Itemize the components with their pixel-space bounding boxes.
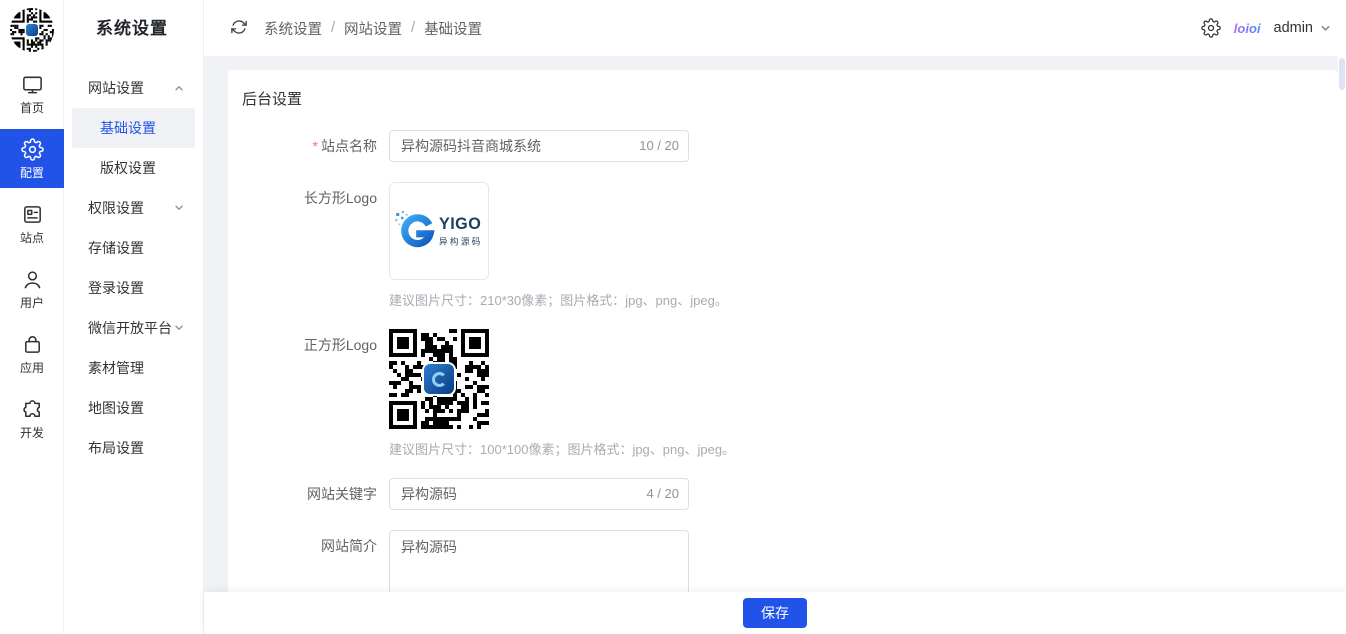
upload-hint: 建议图片尺寸：100*100像素；图片格式：jpg、png、jpeg。 xyxy=(389,439,735,458)
rail-item-icon xyxy=(21,268,44,291)
sidebar-item-label: 版权设置 xyxy=(100,158,156,178)
breadcrumb-separator: / xyxy=(411,20,415,36)
rect-logo-upload[interactable]: YIGO 异构源码 xyxy=(389,182,489,280)
field-label: 长方形Logo xyxy=(228,182,389,208)
chevron-icon xyxy=(173,202,185,214)
rail-item[interactable]: 站点 xyxy=(0,194,64,253)
breadcrumb-item[interactable]: 网站设置 xyxy=(344,18,402,39)
save-button[interactable]: 保存 xyxy=(743,598,807,628)
rail-item[interactable]: 配置 xyxy=(0,129,64,188)
rail-item-label: 配置 xyxy=(20,166,44,180)
primary-rail: 首页 配置 站点 用户 应用 开发 xyxy=(0,0,64,634)
sidebar-item[interactable]: 地图设置 xyxy=(72,388,195,428)
sidebar-item-label: 地图设置 xyxy=(88,398,144,418)
settings-form: *站点名称 10 / 20 长方形Logo xyxy=(228,110,1338,634)
top-bar: 系统设置 / 网站设置 / 基础设置 / loioi admin xyxy=(204,0,1346,56)
rail-item-label: 首页 xyxy=(20,101,44,115)
upload-hint: 建议图片尺寸：210*30像素；图片格式：jpg、png、jpeg。 xyxy=(389,290,728,309)
form-row-square-logo: 正方形Logo 建议图片尺寸：100*100像素；图片格式：jpg、png、jp… xyxy=(228,329,1338,458)
breadcrumb-item[interactable]: 基础设置 xyxy=(424,18,482,39)
scrollbar-thumb[interactable] xyxy=(1339,58,1345,90)
rect-logo-image: YIGO 异构源码 xyxy=(395,210,483,252)
sidebar-item-label: 布局设置 xyxy=(88,438,144,458)
square-logo-upload[interactable] xyxy=(389,329,489,429)
sidebar-item[interactable]: 权限设置 xyxy=(72,188,195,228)
form-row-site-name: *站点名称 10 / 20 xyxy=(228,130,1338,162)
field-label: 网站简介 xyxy=(228,530,389,556)
sidebar-item-label: 微信开放平台 xyxy=(88,318,172,338)
site-name-input[interactable] xyxy=(389,130,689,162)
qr-center-logo xyxy=(422,362,456,396)
refresh-icon[interactable] xyxy=(230,18,250,38)
breadcrumb-separator: / xyxy=(331,20,335,36)
breadcrumb-item[interactable]: 系统设置 xyxy=(264,18,322,39)
gear-icon[interactable] xyxy=(1201,18,1221,38)
sidebar-item[interactable]: 存储设置 xyxy=(72,228,195,268)
scrollbar[interactable] xyxy=(1338,56,1346,634)
sidebar-item[interactable]: 版权设置 xyxy=(72,148,195,188)
form-row-rect-logo: 长方形Logo xyxy=(228,182,1338,309)
rail-item-label: 开发 xyxy=(20,426,44,440)
settings-sidebar: 系统设置 网站设置 基础设置 版权设置 权限设置 存储设置 xyxy=(64,0,204,634)
sidebar-item-label: 基础设置 xyxy=(100,118,156,138)
yigo-g-mark xyxy=(395,210,437,252)
sidebar-item[interactable]: 登录设置 xyxy=(72,268,195,308)
breadcrumb: 系统设置 / 网站设置 / 基础设置 / xyxy=(264,18,482,39)
yigo-logo-text: YIGO xyxy=(439,215,483,231)
chevron-icon xyxy=(173,322,185,334)
field-label: *站点名称 xyxy=(228,130,389,162)
keywords-input[interactable] xyxy=(389,478,689,510)
rail-item-icon xyxy=(21,333,44,356)
topbar-actions: loioi admin xyxy=(1201,18,1346,38)
sidebar-item[interactable]: 基础设置 xyxy=(72,108,195,148)
rail-item-label: 用户 xyxy=(20,296,44,310)
sidebar-item-label: 素材管理 xyxy=(88,358,144,378)
rail-item-icon xyxy=(21,398,44,421)
rail-item-label: 应用 xyxy=(20,361,44,375)
section-title: 后台设置 xyxy=(228,70,1338,110)
field-label: 网站关键字 xyxy=(228,478,389,510)
sidebar-item-label: 权限设置 xyxy=(88,198,144,218)
user-menu[interactable]: admin xyxy=(1274,20,1333,36)
brand-text[interactable]: loioi xyxy=(1234,21,1261,36)
chevron-icon xyxy=(173,82,185,94)
rail-item-icon xyxy=(21,138,44,161)
sidebar-item[interactable]: 微信开放平台 xyxy=(72,308,195,348)
sidebar-title: 系统设置 xyxy=(64,0,203,56)
field-label: 正方形Logo xyxy=(228,329,389,355)
sidebar-item-label: 网站设置 xyxy=(88,78,144,98)
sidebar-item-label: 登录设置 xyxy=(88,278,144,298)
footer-bar: 保存 xyxy=(204,592,1346,634)
sidebar-item-label: 存储设置 xyxy=(88,238,144,258)
username: admin xyxy=(1274,20,1314,36)
required-mark: * xyxy=(313,138,318,154)
rail-item[interactable]: 开发 xyxy=(0,389,64,448)
rail-item-label: 站点 xyxy=(20,231,44,245)
avatar-center-mark xyxy=(26,24,38,36)
app-logo-avatar[interactable] xyxy=(10,8,54,52)
yigo-logo-subtext: 异构源码 xyxy=(439,234,483,246)
rail-item[interactable]: 用户 xyxy=(0,259,64,318)
rail-item[interactable]: 应用 xyxy=(0,324,64,383)
content-area: 后台设置 *站点名称 10 / 20 长方形Logo xyxy=(204,56,1346,634)
settings-card: 后台设置 *站点名称 10 / 20 长方形Logo xyxy=(228,70,1338,634)
sidebar-item[interactable]: 布局设置 xyxy=(72,428,195,468)
rail-item[interactable]: 首页 xyxy=(0,64,64,123)
form-row-keywords: 网站关键字 4 / 20 xyxy=(228,478,1338,510)
chevron-down-icon xyxy=(1319,22,1332,35)
rail-item-icon xyxy=(21,73,44,96)
rail-item-icon xyxy=(21,203,44,226)
sidebar-item[interactable]: 素材管理 xyxy=(72,348,195,388)
sidebar-item[interactable]: 网站设置 xyxy=(72,68,195,108)
